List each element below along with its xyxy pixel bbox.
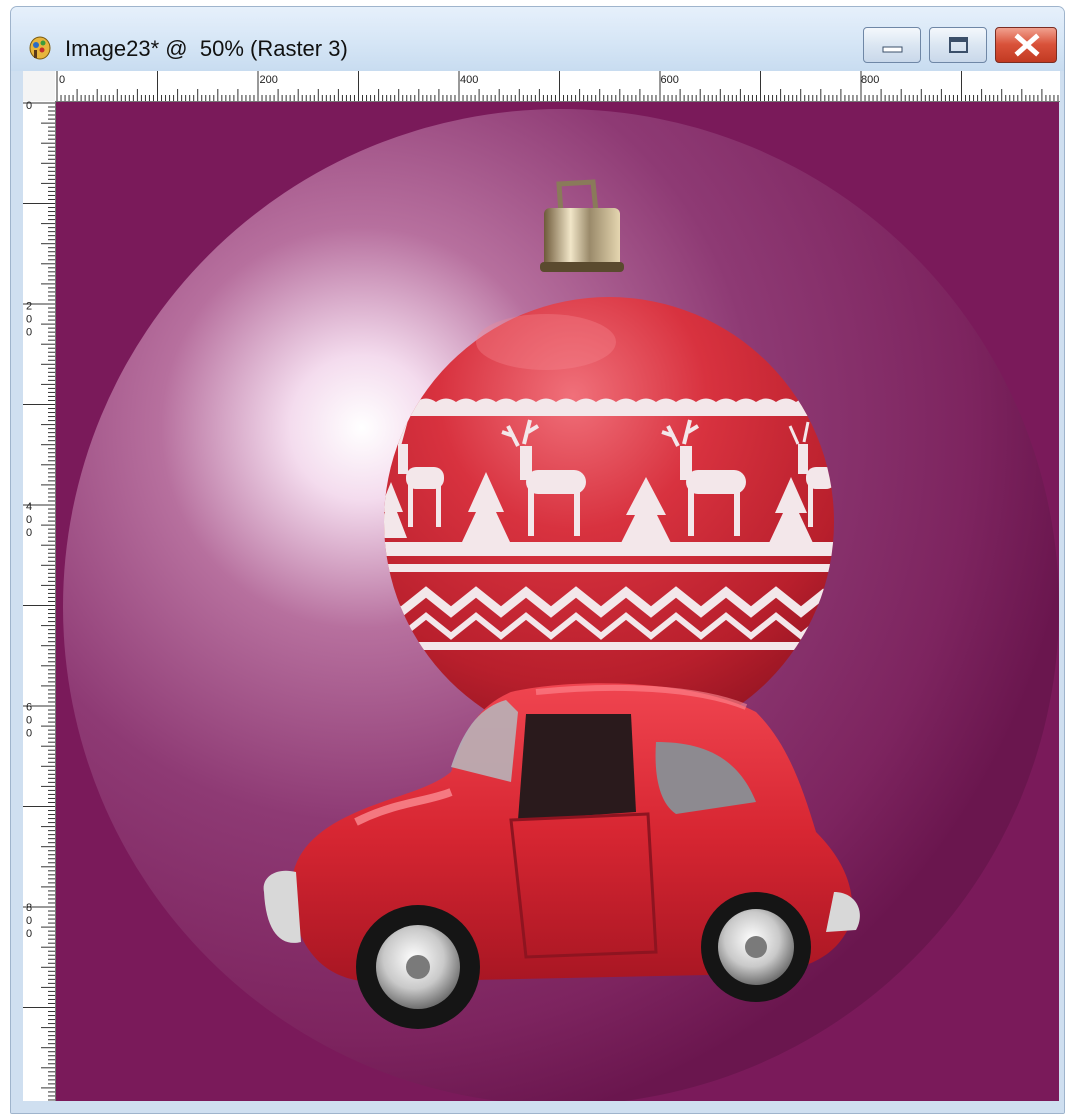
ruler-label-h: 600 (661, 74, 679, 86)
ruler-label-v: 0 (26, 101, 32, 112)
ruler-corner (23, 71, 55, 101)
paint-app-icon (27, 35, 53, 61)
ruler-label-v: 0 (26, 728, 32, 740)
window-title: Image23* @ 50% (Raster 3) (65, 36, 348, 61)
ruler-label-v: 6 (26, 702, 32, 714)
maximize-button[interactable] (929, 27, 987, 63)
close-icon (1014, 33, 1040, 57)
ruler-label-v: 8 (26, 902, 32, 914)
ruler-label-v: 2 (26, 301, 32, 313)
ruler-label-v: 0 (26, 527, 32, 539)
ruler-label-h: 800 (861, 74, 879, 86)
title-bar[interactable]: Image23* @ 50% (Raster 3) (11, 7, 1064, 71)
vertical-ruler[interactable]: 0200400600800 (23, 100, 56, 1105)
window-bottom-edge (11, 1101, 1064, 1113)
ruler-label-v: 0 (26, 928, 32, 940)
ruler-label-h: 0 (59, 74, 65, 86)
image-window: Image23* @ 50% (Raster 3) 0 200 400 600 800 … (10, 6, 1065, 1114)
ruler-label-v: 0 (26, 715, 32, 727)
ruler-label-v: 4 (26, 501, 32, 513)
minimize-button[interactable] (863, 27, 921, 63)
ruler-label-v: 0 (26, 514, 32, 526)
ruler-label-v: 0 (26, 915, 32, 927)
ruler-label-v: 0 (26, 327, 32, 339)
ruler-label-h: 400 (460, 74, 478, 86)
ruler-label-h: 200 (260, 74, 278, 86)
minimize-icon (882, 46, 903, 53)
front-wheel (701, 892, 811, 1002)
ruler-label-v: 0 (26, 314, 32, 326)
maximize-icon (949, 37, 968, 53)
close-button[interactable] (995, 27, 1057, 63)
artwork (56, 102, 1059, 1103)
image-canvas[interactable] (56, 102, 1059, 1103)
horizontal-ruler[interactable]: 0 200 400 600 800 (55, 71, 1063, 102)
rear-wheel (356, 905, 480, 1029)
